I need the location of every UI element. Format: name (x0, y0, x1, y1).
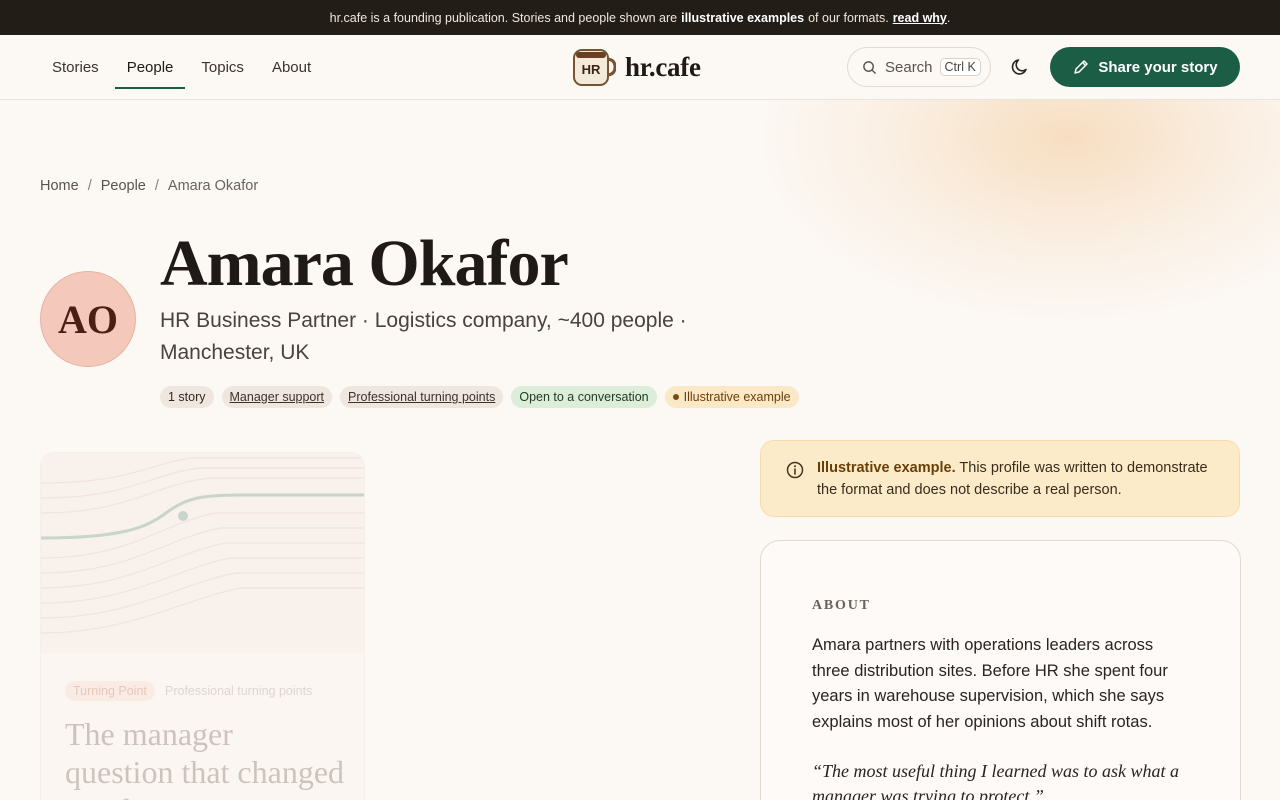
breadcrumb-current: Amara Okafor (167, 178, 259, 194)
read-why-link[interactable]: read why (893, 11, 947, 25)
story-card-illustration (41, 453, 364, 653)
story-card-topic: Professional turning points (165, 684, 313, 698)
search-shortcut: Ctrl K (939, 58, 981, 76)
topic-chip-professional-turning-points[interactable]: Professional turning points (340, 386, 504, 408)
illustrative-badge: Illustrative example (664, 386, 799, 408)
banner-period: . (946, 10, 951, 25)
nav-about[interactable]: About (260, 35, 323, 99)
site-header: Stories People Topics About HR hr.cafe S… (0, 35, 1280, 100)
about-quote: “The most useful thing I learned was to … (812, 761, 1180, 800)
moon-icon (1011, 59, 1027, 75)
logo-text: hr.cafe (625, 51, 701, 82)
breadcrumb-separator: / (87, 178, 92, 194)
search-button[interactable]: Search Ctrl K (847, 47, 991, 87)
banner-bold-text: illustrative examples (681, 10, 805, 25)
banner-text: hr.cafe is a founding publication. Stori… (329, 10, 678, 25)
breadcrumb: Home / People / Amara Okafor (40, 178, 258, 194)
nav-topics[interactable]: Topics (189, 35, 256, 99)
illustrative-notice: Illustrative example. This profile was w… (760, 440, 1240, 517)
share-button-label: Share your story (1098, 58, 1218, 76)
status-badge: Open to a conversation (511, 386, 657, 408)
main-nav: Stories People Topics About (40, 35, 327, 99)
about-card: ABOUT Amara partners with operations lea… (760, 540, 1241, 800)
logo-badge-text: HR (582, 62, 601, 77)
announcement-banner: hr.cafe is a founding publication. Stori… (0, 0, 1280, 35)
nav-people[interactable]: People (114, 35, 186, 99)
story-card-title: The manager question that changed minds (65, 716, 345, 800)
coffee-cup-logo-icon: HR (572, 47, 617, 87)
dot-icon (672, 394, 679, 400)
info-icon (786, 461, 804, 479)
theme-toggle-button[interactable] (1004, 55, 1036, 79)
breadcrumb-separator: / (154, 178, 159, 194)
avatar: AO (40, 271, 136, 367)
search-icon (863, 60, 876, 74)
notice-text: Illustrative example. This profile was w… (817, 457, 1227, 501)
story-card-tag: Turning Point (65, 681, 155, 701)
profile-subtitle: HR Business Partner · Logistics company,… (160, 309, 687, 364)
topic-chip-manager-support[interactable]: Manager support (221, 386, 333, 408)
pencil-icon (1074, 60, 1089, 74)
story-card[interactable]: Turning Point Professional turning point… (40, 452, 365, 800)
nav-stories[interactable]: Stories (40, 35, 111, 99)
story-count-badge: 1 story (160, 386, 214, 408)
site-logo[interactable]: HR hr.cafe (572, 47, 701, 87)
illustrative-badge-label: Illustrative example (683, 390, 791, 404)
search-label: Search (885, 58, 933, 76)
about-body: Amara partners with operations leaders a… (812, 636, 1168, 732)
notice-bold: Illustrative example. (817, 460, 956, 476)
about-heading: ABOUT (812, 598, 871, 613)
breadcrumb-people[interactable]: People (101, 178, 146, 194)
share-your-story-button[interactable]: Share your story (1050, 47, 1240, 87)
profile-name: Amara Okafor (160, 227, 569, 300)
profile-chips: 1 story Manager support Professional tur… (160, 386, 807, 408)
banner-text-after: of our formats. (808, 10, 889, 25)
breadcrumb-home[interactable]: Home (40, 178, 79, 194)
